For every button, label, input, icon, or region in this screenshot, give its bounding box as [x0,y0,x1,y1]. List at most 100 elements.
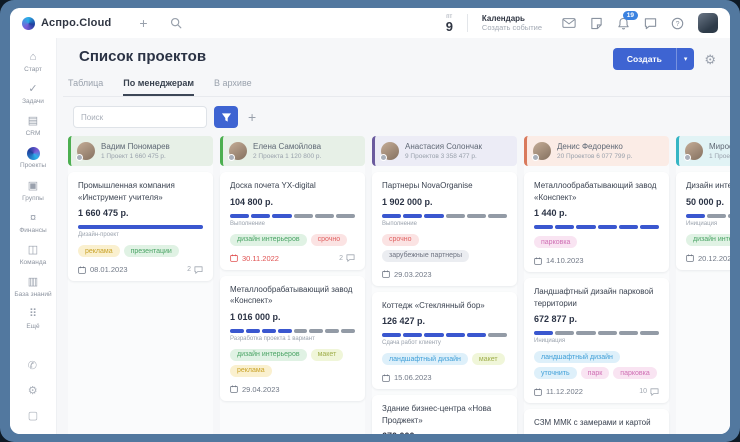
project-card[interactable]: Партнеры NovaOrganise1 902 000 р.Выполне… [372,172,517,286]
progress-segment [686,214,705,218]
tag[interactable]: презентации [124,245,179,257]
progress-segment [78,225,203,229]
column-header[interactable]: Анастасия Солончак9 Проектов 3 358 477 р… [372,136,517,166]
project-card[interactable]: Дизайн интерьера гостиницы50 000 р.Иници… [676,172,730,270]
tag[interactable]: срочно [311,234,348,246]
tag[interactable]: парковка [613,367,656,379]
divider [467,14,468,32]
create-button[interactable]: Создать [613,48,676,70]
column-header[interactable]: Мирослава1 Проект [676,136,730,166]
settings-gear-icon[interactable]: ⚙ [704,53,716,66]
progress-segment [403,333,422,337]
tab-по-менеджерам[interactable]: По менеджерам [123,78,194,96]
progress-segment [382,214,401,218]
tag[interactable]: реклама [78,245,120,257]
sidebar-item-tasks[interactable]: ✓Задачи [10,78,56,110]
project-card[interactable]: Коттедж «Стеклянный бор»126 427 р.Сдача … [372,292,517,390]
app-frame: Аспро.Cloud + пт 9 Календарь Создать соб… [0,0,740,442]
card-amount: 670 000 р. [382,431,507,434]
tag[interactable]: макет [472,353,505,365]
card-comment-count[interactable]: 10 [639,388,659,396]
column-header[interactable]: Вадим Пономарев1 Проект 1 660 475 р. [68,136,213,166]
progress-segment [278,329,292,333]
card-title: Доска почета YX-digital [230,180,355,192]
project-card[interactable]: Доска почета YX-digital104 800 р.Выполне… [220,172,365,270]
card-stage: Выполнение [230,221,355,227]
card-comment-count[interactable]: 2 [339,254,355,262]
manager-stats: 20 Проектов 6 077 799 р. [557,153,632,160]
calendar-widget[interactable]: Календарь Создать событие [482,14,542,33]
project-card[interactable]: Ландшафтный дизайн парковой территории67… [524,278,669,403]
search-icon[interactable] [170,17,182,29]
tag[interactable]: уточнить [534,367,577,379]
chat-icon[interactable] [644,17,657,30]
project-card[interactable]: Металлообрабатывающий завод «Конспект»1 … [524,172,669,272]
column-header[interactable]: Денис Федоренко20 Проектов 6 077 799 р. [524,136,669,166]
project-card[interactable]: СЗМ ММК с замерами и картой2 407 000 р. [524,409,669,434]
card-due-date: 30.11.2022 [230,254,279,263]
project-card[interactable]: Металлообрабатывающий завод «Конспект»1 … [220,276,365,401]
tag[interactable]: ландшафтный дизайн [534,351,620,363]
column-cards: Промышленная компания «Инструмент учител… [68,172,213,281]
project-card[interactable]: Здание бизнес-центра «Нова Проджект»670 … [372,395,517,434]
progress-bar [382,333,507,337]
create-dropdown-chevron[interactable]: ▾ [676,48,695,70]
tag[interactable]: зарубежные партнеры [382,250,469,262]
tag[interactable]: парк [581,367,610,379]
add-column-icon[interactable]: + [248,109,256,125]
date-widget[interactable]: пт 9 [446,14,453,33]
sidebar-item-knowledge[interactable]: ▥База знаний [10,271,56,303]
app-window: Аспро.Cloud + пт 9 Календарь Создать соб… [10,8,730,434]
quick-add-icon[interactable]: + [139,16,147,30]
sidebar-item-team[interactable]: ◫Команда [10,239,56,271]
card-due-date: 29.03.2023 [382,270,432,279]
sidebar-item-finance[interactable]: ¤Финансы [10,207,56,239]
card-title: СЗМ ММК с замерами и картой [534,417,659,429]
tab-в-архиве[interactable]: В архиве [214,78,252,96]
sidebar-item-groups[interactable]: ▣Группы [10,175,56,207]
mail-icon[interactable] [562,17,576,29]
notifications-bell-icon[interactable]: 19 [617,17,630,30]
card-tags: парковка [534,236,659,248]
progress-segment [230,329,244,333]
tag[interactable]: макет [311,349,344,361]
tag[interactable]: срочно [382,234,419,246]
tag[interactable]: дизайн интерьеров [230,234,307,246]
progress-segment [309,329,323,333]
apps-icon[interactable]: ▢ [28,409,38,422]
card-comment-count[interactable]: 2 [187,266,203,274]
date-day: 9 [446,20,453,33]
tag[interactable]: дизайн интерьеров [686,234,730,246]
tag[interactable]: ландшафтный дизайн [382,353,468,365]
manager-stats: 1 Проект [709,153,730,160]
card-due-date: 08.01.2023 [78,265,128,274]
search-input[interactable] [73,106,207,128]
filter-button[interactable] [214,106,238,128]
tag[interactable]: реклама [230,365,272,377]
toolbar: + [73,106,730,128]
progress-bar [230,329,355,333]
calendar-title: Календарь [482,14,542,24]
help-icon[interactable]: ? [671,17,684,30]
board-column: Денис Федоренко20 Проектов 6 077 799 р. М… [524,136,669,434]
card-footer: 29.04.2023 [230,385,355,394]
sidebar-item-projects[interactable]: Проекты [10,142,56,174]
card-title: Ландшафтный дизайн парковой территории [534,286,659,309]
sidebar-item-start[interactable]: ⌂Старт [10,46,56,78]
sidebar-item-crm[interactable]: ▤CRM [10,110,56,142]
tag[interactable]: парковка [534,236,577,248]
start-icon: ⌂ [30,51,37,64]
support-icon[interactable]: ✆ [28,359,38,372]
crm-icon: ▤ [28,115,38,128]
project-card[interactable]: Промышленная компания «Инструмент учител… [68,172,213,281]
settings-icon[interactable]: ⚙ [28,384,38,397]
notes-icon[interactable] [590,17,603,30]
column-header[interactable]: Елена Самойлова2 Проекта 1 120 800 р. [220,136,365,166]
manager-avatar [77,142,95,160]
card-amount: 50 000 р. [686,197,730,207]
sidebar-item-more[interactable]: ⠿Ещё [10,303,56,335]
tag[interactable]: дизайн интерьеров [230,349,307,361]
progress-segment [707,214,726,218]
user-avatar[interactable] [698,13,718,33]
tab-таблица[interactable]: Таблица [68,78,103,96]
